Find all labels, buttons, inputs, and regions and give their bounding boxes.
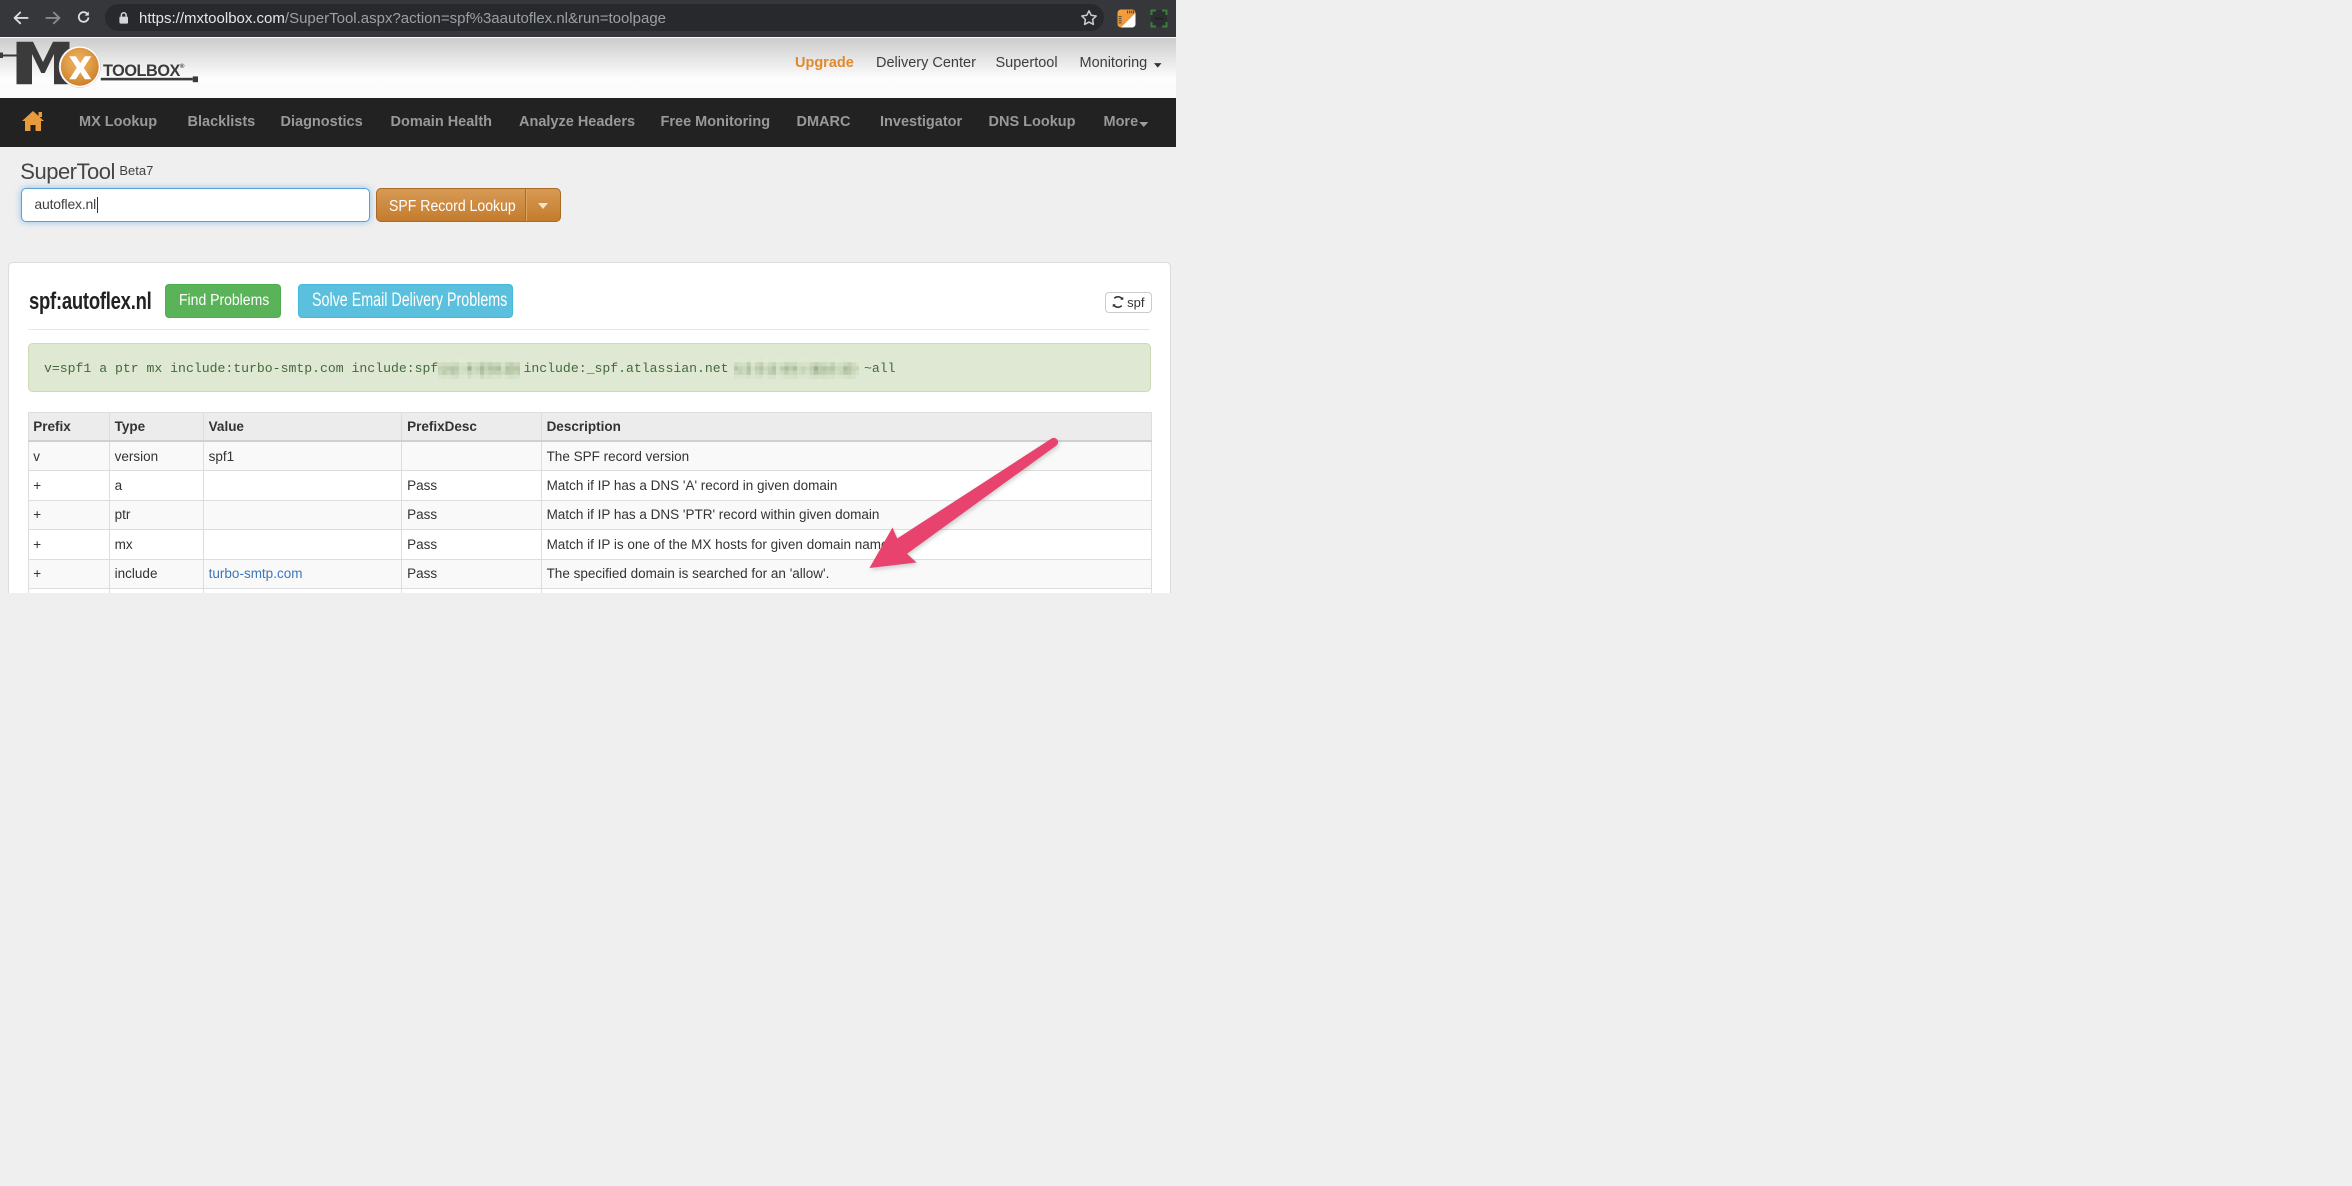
svg-text:TOOLBOX: TOOLBOX: [103, 62, 181, 80]
svg-text:®: ®: [180, 63, 185, 70]
